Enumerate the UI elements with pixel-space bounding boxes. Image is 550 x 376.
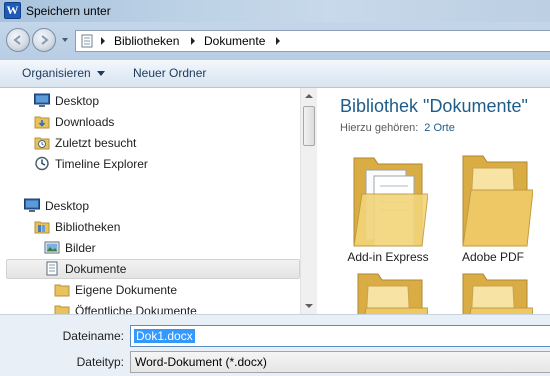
nav-item-label: Zuletzt besucht (55, 136, 137, 150)
includes-label: Hierzu gehören: (340, 122, 419, 134)
filename-input[interactable]: Dok1.docx (130, 325, 550, 347)
content-pane[interactable]: Bibliothek "Dokumente" Hierzu gehören: 2 … (318, 88, 550, 314)
library-includes: Hierzu gehören: 2 Orte (340, 122, 455, 134)
chevron-down-icon (96, 71, 105, 77)
recent-pages-dropdown-icon[interactable] (61, 36, 69, 44)
scroll-up-icon[interactable] (301, 88, 317, 104)
nav-item-label: Öffentliche Dokumente (75, 304, 197, 314)
window-title: Speichern unter (26, 4, 111, 18)
pictures-library-icon (44, 241, 60, 254)
nav-item-recent-places[interactable]: Zuletzt besucht (6, 133, 300, 153)
timeline-icon (35, 156, 49, 171)
navigation-pane[interactable]: Desktop Downloads Zuletzt besucht Timeli… (0, 88, 318, 314)
filename-value[interactable]: Dok1.docx (134, 329, 195, 343)
breadcrumb-separator-icon[interactable] (190, 37, 196, 45)
folder-item[interactable]: Add-in Express (333, 150, 443, 265)
filetype-label: Dateityp: (76, 355, 124, 369)
folder-with-documents-icon (353, 157, 428, 247)
back-button[interactable] (6, 28, 30, 52)
nav-item-my-documents[interactable]: Eigene Dokumente (6, 280, 300, 300)
nav-item-pictures[interactable]: Bilder (6, 238, 300, 258)
libraries-icon (34, 221, 50, 234)
nav-item-public-documents[interactable]: Öffentliche Dokumente (6, 301, 300, 314)
folder-item-label: Adobe PDF (461, 250, 525, 264)
nav-item-label: Desktop (45, 199, 90, 213)
nav-item-label: Downloads (55, 115, 115, 129)
folder-icon (462, 273, 533, 314)
recent-places-icon (34, 137, 50, 150)
nav-item-libraries[interactable]: Bibliotheken (6, 217, 300, 237)
filename-label: Dateiname: (62, 329, 124, 343)
filetype-value: Word-Dokument (*.docx) (135, 355, 267, 369)
folder-item[interactable] (333, 268, 443, 314)
save-as-dialog: W Speichern unter Bibliotheken Dokumente… (0, 0, 550, 376)
breadcrumb-separator-icon[interactable] (275, 37, 281, 45)
arrow-left-icon (13, 35, 21, 45)
nav-item-label: Dokumente (65, 262, 127, 276)
folder-icon (54, 284, 70, 297)
title-bar[interactable]: W Speichern unter (0, 0, 550, 22)
breadcrumb-bibliotheken[interactable]: Bibliotheken (114, 34, 179, 48)
breadcrumb-dokumente[interactable]: Dokumente (204, 34, 265, 48)
downloads-folder-icon (34, 116, 50, 129)
organize-button[interactable]: Organisieren (22, 66, 105, 80)
nav-item-label: Bilder (65, 241, 96, 255)
desktop-icon (34, 93, 50, 107)
save-form: Dateiname: Dok1.docx Dateityp: Word-Doku… (0, 314, 550, 376)
library-locations-link[interactable]: 2 Orte (424, 122, 455, 134)
nav-item-label: Bibliotheken (55, 220, 121, 234)
folder-icon (357, 273, 428, 314)
nav-item-label: Eigene Dokumente (75, 283, 178, 297)
folder-icon (54, 305, 70, 314)
folder-item-label: Add-in Express (347, 250, 429, 264)
word-app-icon: W (4, 2, 21, 19)
nav-item-downloads[interactable]: Downloads (6, 112, 300, 132)
nav-item-documents[interactable]: Dokumente (6, 259, 300, 279)
organize-label: Organisieren (22, 66, 91, 80)
scroll-thumb[interactable] (303, 106, 315, 146)
nav-item-label: Desktop (55, 94, 100, 108)
forward-button[interactable] (32, 28, 56, 52)
new-folder-button[interactable]: Neuer Ordner (133, 66, 206, 80)
arrow-right-icon (41, 35, 49, 45)
library-location-icon (81, 34, 93, 48)
nav-item-timeline-explorer[interactable]: Timeline Explorer (6, 154, 300, 174)
folder-item[interactable] (438, 268, 548, 314)
nav-item-desktop-favorite[interactable]: Desktop (6, 91, 300, 111)
library-title: Bibliothek "Dokumente" (340, 96, 528, 116)
scroll-down-icon[interactable] (301, 298, 317, 314)
navigation-pane-scrollbar[interactable] (300, 88, 317, 314)
address-bar[interactable]: Bibliotheken Dokumente (75, 30, 550, 52)
nav-item-desktop[interactable]: Desktop (6, 196, 300, 216)
filetype-select[interactable]: Word-Dokument (*.docx) (130, 351, 550, 373)
folder-icon (462, 155, 533, 247)
documents-library-icon (46, 261, 58, 276)
desktop-icon (24, 198, 40, 212)
breadcrumb-separator-icon[interactable] (100, 37, 106, 45)
navigation-bar: Bibliotheken Dokumente (0, 22, 550, 60)
command-toolbar: Organisieren Neuer Ordner (0, 60, 550, 88)
folder-item[interactable]: Adobe PDF (438, 150, 548, 265)
nav-item-label: Timeline Explorer (55, 157, 148, 171)
